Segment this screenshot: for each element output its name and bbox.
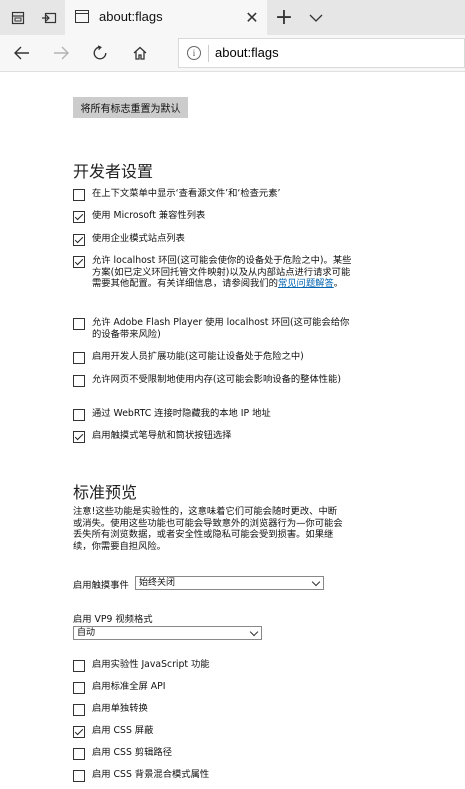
address-url[interactable]: about:flags xyxy=(215,45,279,60)
experimental-warning: 注意!这些功能是实验性的，这意味着它们可能会随时更改、中断或消失。使用这些功能也… xyxy=(73,506,343,552)
refresh-button[interactable] xyxy=(82,35,118,71)
checkbox[interactable] xyxy=(73,352,85,364)
flag-unlimited-memory[interactable]: 允许网页不受限制地使用内存(这可能会影响设备的整体性能) xyxy=(73,374,353,387)
flag-touch-pen-nav[interactable]: 启用触摸式笔导航和筒状按钮选择 xyxy=(73,430,353,443)
checkbox[interactable] xyxy=(73,234,85,246)
tab-strip: about:flags ✕ + xyxy=(0,0,465,35)
checkbox[interactable] xyxy=(73,660,85,672)
tab-list-button[interactable] xyxy=(2,0,34,35)
flag-label: 启用单独转换 xyxy=(92,703,148,714)
address-bar[interactable]: i about:flags xyxy=(178,38,465,68)
flag-localhost-loopback[interactable]: 允许 localhost 环回(这可能会使你的设备处于危险之中)。某些方案(如已… xyxy=(73,255,353,290)
flag-label: 允许网页不受限制地使用内存(这可能会影响设备的整体性能) xyxy=(92,374,341,385)
flag-label-end: 。 xyxy=(333,278,344,290)
vp9-value: 自动 xyxy=(77,628,96,638)
arrow-left-icon xyxy=(14,46,29,60)
touch-events-select[interactable]: 始终关闭 xyxy=(135,576,324,590)
flag-enterprise-mode[interactable]: 使用企业模式站点列表 xyxy=(73,233,353,246)
reset-flags-button[interactable]: 将所有标志重置为默认 xyxy=(73,97,188,118)
checkbox[interactable] xyxy=(73,189,85,201)
faq-link[interactable]: 常见问题解答 xyxy=(278,278,334,289)
checkbox[interactable] xyxy=(73,409,85,421)
chevron-down-icon xyxy=(311,577,321,587)
arrow-right-icon xyxy=(54,46,69,60)
refresh-icon xyxy=(93,45,107,60)
forward-button[interactable] xyxy=(43,35,79,71)
standards-preview-heading: 标准预览 xyxy=(73,483,138,502)
flag-css-masking[interactable]: 启用 CSS 屏蔽 xyxy=(73,725,353,738)
home-button[interactable] xyxy=(122,35,158,71)
flags-page: 将所有标志重置为默认 开发者设置 在上下文菜单中显示‘查看源文件’和‘检查元素’… xyxy=(0,72,465,789)
flag-css-clip-path[interactable]: 启用 CSS 剪辑路径 xyxy=(73,747,353,760)
flag-dev-extensions[interactable]: 启用开发人员扩展功能(这可能让设备处于危险之中) xyxy=(73,351,353,364)
touch-events-value: 始终关闭 xyxy=(139,578,176,588)
page-icon xyxy=(75,10,89,23)
tab-title: about:flags xyxy=(99,9,163,24)
checkbox[interactable] xyxy=(73,682,85,694)
set-tabs-aside-button[interactable] xyxy=(33,0,65,35)
flag-label: 通过 WebRTC 连接时隐藏我的本地 IP 地址 xyxy=(92,408,271,419)
checkbox[interactable] xyxy=(73,726,85,738)
chevron-down-icon xyxy=(249,627,259,637)
checkbox[interactable] xyxy=(73,318,85,330)
tab-menu-button[interactable] xyxy=(300,0,332,35)
flag-label: 启用触摸式笔导航和筒状按钮选择 xyxy=(92,430,232,441)
flag-label: 允许 Adobe Flash Player 使用 localhost 环回(这可… xyxy=(92,317,350,340)
flag-css-blend-mode[interactable]: 启用 CSS 背景混合模式属性 xyxy=(73,769,353,782)
flag-flash-localhost[interactable]: 允许 Adobe Flash Player 使用 localhost 环回(这可… xyxy=(73,317,353,340)
tab-preview-icon xyxy=(42,12,57,23)
developer-settings-heading: 开发者设置 xyxy=(73,162,154,181)
checkbox[interactable] xyxy=(73,704,85,716)
checkbox[interactable] xyxy=(73,375,85,387)
flag-show-view-source[interactable]: 在上下文菜单中显示‘查看源文件’和‘检查元素’ xyxy=(73,188,353,201)
checkbox[interactable] xyxy=(73,770,85,782)
flag-ms-compat-list[interactable]: 使用 Microsoft 兼容性列表 xyxy=(73,210,353,223)
close-tab-icon[interactable]: ✕ xyxy=(241,6,263,28)
flag-label: 启用 CSS 背景混合模式属性 xyxy=(92,769,210,780)
checkbox[interactable] xyxy=(73,256,85,268)
flag-fullscreen-api[interactable]: 启用标准全屏 API xyxy=(73,681,353,694)
flag-label: 启用实验性 JavaScript 功能 xyxy=(92,659,210,670)
flag-label: 允许 localhost 环回(这可能会使你的设备处于危险之中)。某些方案(如已… xyxy=(92,255,353,290)
vp9-select[interactable]: 自动 xyxy=(73,626,262,640)
flag-label: 使用 Microsoft 兼容性列表 xyxy=(92,210,206,221)
back-button[interactable] xyxy=(4,35,40,71)
flag-label: 启用 CSS 屏蔽 xyxy=(92,725,154,736)
checkbox[interactable] xyxy=(73,431,85,443)
flag-label: 启用标准全屏 API xyxy=(92,681,166,692)
flag-label: 启用 CSS 剪辑路径 xyxy=(92,747,172,758)
address-separator xyxy=(208,45,209,62)
flag-individual-transforms[interactable]: 启用单独转换 xyxy=(73,703,353,716)
checkbox[interactable] xyxy=(73,748,85,760)
new-tab-button[interactable]: + xyxy=(268,0,300,35)
info-icon[interactable]: i xyxy=(187,46,201,60)
chevron-down-icon xyxy=(309,14,323,22)
touch-events-label: 启用触摸事件 xyxy=(73,580,129,591)
tabs-aside-icon xyxy=(11,11,25,24)
flag-label: 在上下文菜单中显示‘查看源文件’和‘检查元素’ xyxy=(92,188,281,199)
flag-label: 使用企业模式站点列表 xyxy=(92,233,185,244)
flag-experimental-js[interactable]: 启用实验性 JavaScript 功能 xyxy=(73,659,353,672)
flag-label: 启用开发人员扩展功能(这可能让设备处于危险之中) xyxy=(92,351,304,362)
vp9-label: 启用 VP9 视频格式 xyxy=(73,614,153,625)
tab-about-flags[interactable]: about:flags ✕ xyxy=(65,0,267,35)
navigation-bar: i about:flags xyxy=(0,35,465,72)
checkbox[interactable] xyxy=(73,211,85,223)
home-icon xyxy=(133,46,147,60)
flag-webrtc-hide-ip[interactable]: 通过 WebRTC 连接时隐藏我的本地 IP 地址 xyxy=(73,408,353,421)
